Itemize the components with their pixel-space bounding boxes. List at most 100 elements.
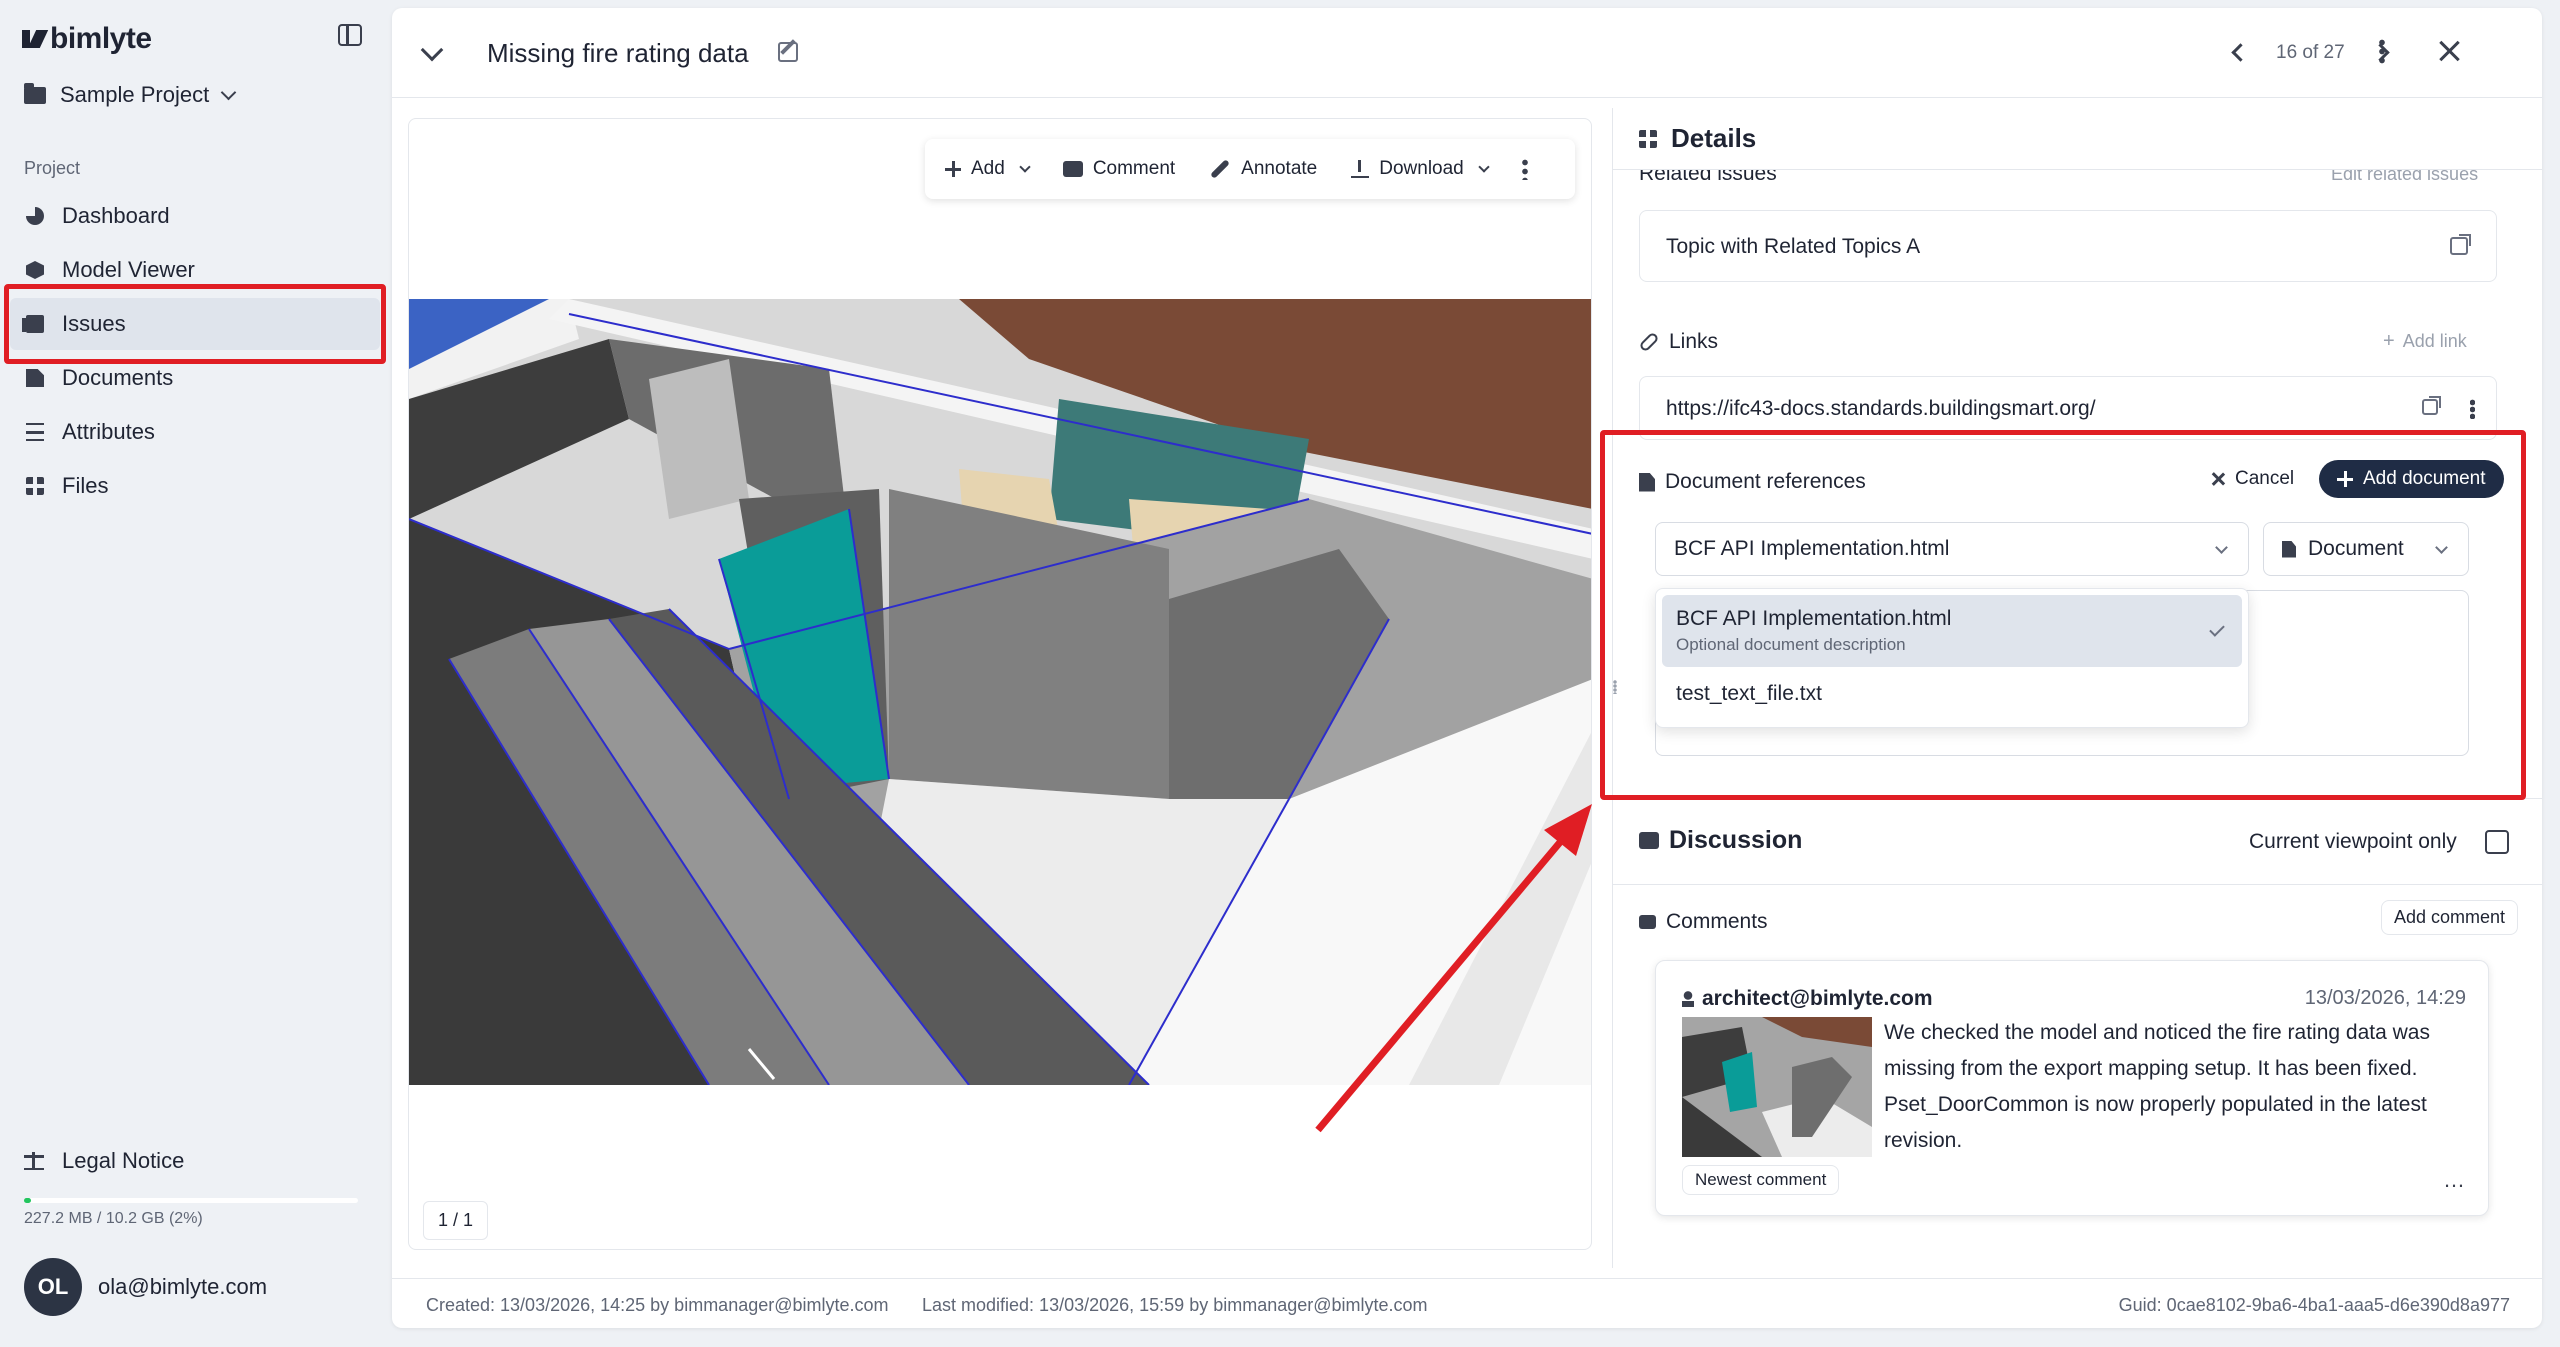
comment-author-email: architect@bimlyte.com	[1702, 987, 1933, 1010]
highlight-box-issues	[4, 284, 386, 364]
user-icon	[1682, 991, 1694, 1007]
comment-viewpoint-thumbnail[interactable]	[1682, 1017, 1872, 1157]
chevron-left-icon[interactable]	[2231, 43, 2250, 62]
brush-icon	[1210, 159, 1231, 179]
external-link-icon[interactable]	[2450, 234, 2471, 255]
sidebar-item-dashboard[interactable]: Dashboard	[10, 190, 380, 242]
newest-comment-badge: Newest comment	[1682, 1165, 1840, 1195]
page-indicator: 1 / 1	[423, 1201, 489, 1240]
comments-title: Comments	[1639, 910, 1768, 934]
issue-footer: Created: 13/03/2026, 14:25 by bimmanager…	[392, 1278, 2542, 1328]
viewer-toolbar: Add Comment Annotate Download	[925, 139, 1575, 199]
comment-line: We checked the model and noticed the fir…	[1884, 1021, 2430, 1044]
project-selector[interactable]: Sample Project	[24, 82, 237, 108]
discussion-label: Discussion	[1669, 826, 1803, 854]
discussion-title: Discussion	[1639, 826, 1802, 855]
current-viewpoint-checkbox[interactable]	[2485, 830, 2509, 854]
close-icon[interactable]	[2436, 38, 2462, 64]
project-name: Sample Project	[60, 82, 210, 107]
add-link-label: Add link	[2402, 331, 2467, 351]
plus-icon: +	[2383, 330, 2395, 352]
annotate-label: Annotate	[1241, 158, 1318, 179]
chevron-down-icon	[1478, 161, 1490, 173]
link-url: https://ifc43-docs.standards.buildingsma…	[1666, 397, 2096, 420]
comments-icon	[1639, 915, 1656, 929]
comment-more-icon[interactable]: …	[2443, 1167, 2466, 1193]
app-logo[interactable]: bimlyte	[22, 22, 152, 56]
download-icon	[1351, 160, 1370, 178]
bimlyte-logo-icon	[22, 28, 44, 50]
comment-body: We checked the model and noticed the fir…	[1884, 1015, 2474, 1159]
related-issue-item[interactable]: Topic with Related Topics A	[1639, 210, 2497, 282]
annotate-button[interactable]: Annotate	[1209, 158, 1317, 180]
legal-notice-link[interactable]: Legal Notice	[24, 1148, 184, 1174]
section-label-project: Project	[24, 158, 81, 178]
download-label: Download	[1379, 158, 1464, 179]
sliders-icon	[26, 423, 44, 441]
dashboard-icon	[26, 207, 44, 225]
plus-icon	[945, 161, 961, 177]
chevron-down-icon[interactable]	[420, 38, 444, 62]
sidebar-item-files[interactable]: Files	[10, 460, 380, 512]
legal-notice-label: Legal Notice	[62, 1148, 185, 1173]
details-header: Details	[1613, 108, 2542, 170]
sidebar-item-label: Model Viewer	[62, 257, 195, 282]
modified-info: Last modified: 13/03/2026, 15:59 by bimm…	[922, 1295, 1428, 1315]
folder-icon	[24, 82, 46, 104]
sidebar-item-label: Documents	[62, 365, 174, 390]
download-button[interactable]: Download	[1351, 158, 1490, 180]
storage-bar	[24, 1198, 358, 1203]
add-button[interactable]: Add	[945, 158, 1031, 180]
comment-line: missing from the export mapping setup. I…	[1884, 1057, 2418, 1080]
comment-author: architect@bimlyte.com	[1682, 987, 1933, 1011]
issue-title: Missing fire rating data	[487, 38, 749, 68]
storage-bar-fill	[24, 1198, 31, 1203]
sidebar-item-attributes[interactable]: Attributes	[10, 406, 380, 458]
details-title: Details	[1671, 123, 1757, 153]
add-comment-button[interactable]: Add comment	[2381, 900, 2519, 935]
comments-label: Comments	[1666, 910, 1768, 933]
comment-button[interactable]: Comment	[1062, 158, 1176, 180]
document-icon	[26, 369, 44, 387]
grid-icon	[26, 477, 44, 495]
logo-text: bimlyte	[50, 22, 152, 55]
grid-icon	[1639, 129, 1657, 148]
user-email: ola@bimlyte.com	[98, 1274, 268, 1299]
comment-line: Pset_DoorCommon is now properly populate…	[1884, 1093, 2427, 1116]
viewpoint-viewer: Add Comment Annotate Download 1 / 1	[408, 118, 1592, 1250]
add-link-button[interactable]: + Add link	[2383, 330, 2467, 353]
avatar: OL	[24, 1258, 82, 1316]
cube-icon	[26, 261, 44, 279]
edit-title-icon[interactable]	[778, 42, 798, 62]
guid-info: Guid: 0cae8102-9ba6-4ba1-aaa5-d6e390d8a9…	[2118, 1295, 2510, 1315]
sidebar-toggle-icon[interactable]	[338, 24, 362, 46]
divider	[1613, 884, 2542, 885]
chevron-down-icon	[220, 84, 237, 100]
discussion-icon	[1639, 832, 1659, 849]
chevron-down-icon	[1019, 161, 1031, 173]
sidebar-item-label: Attributes	[62, 419, 155, 444]
current-viewpoint-label: Current viewpoint only	[2249, 830, 2457, 853]
user-menu[interactable]: OL ola@bimlyte.com	[24, 1258, 267, 1316]
sidebar-item-label: Files	[62, 473, 109, 498]
add-label: Add	[971, 158, 1005, 179]
toolbar-more-icon[interactable]	[1521, 158, 1528, 180]
related-issue-label: Topic with Related Topics A	[1666, 235, 1921, 258]
issue-header: Missing fire rating data 16 of 27	[392, 8, 2542, 98]
pager-count: 16 of 27	[2276, 42, 2345, 63]
storage-text: 227.2 MB / 10.2 GB (2%)	[24, 1210, 203, 1227]
links-title: Links	[1638, 330, 1719, 354]
link-more-icon[interactable]	[2470, 399, 2475, 419]
comment-card: architect@bimlyte.com 13/03/2026, 14:29 …	[1655, 960, 2489, 1216]
open-link-icon[interactable]	[2422, 396, 2441, 415]
created-info: Created: 13/03/2026, 14:25 by bimmanager…	[426, 1295, 889, 1315]
model-viewport-image[interactable]	[409, 299, 1592, 1085]
comment-icon	[1062, 161, 1083, 177]
more-options-icon[interactable]	[2379, 38, 2385, 64]
comment-line: revision.	[1884, 1129, 1963, 1152]
comment-date: 13/03/2026, 14:29	[2304, 987, 2466, 1009]
sidebar-item-label: Dashboard	[62, 203, 170, 228]
comment-label: Comment	[1092, 158, 1176, 179]
sidebar: bimlyte Sample Project Project Dashboard…	[0, 0, 390, 1347]
links-label: Links	[1669, 330, 1719, 353]
